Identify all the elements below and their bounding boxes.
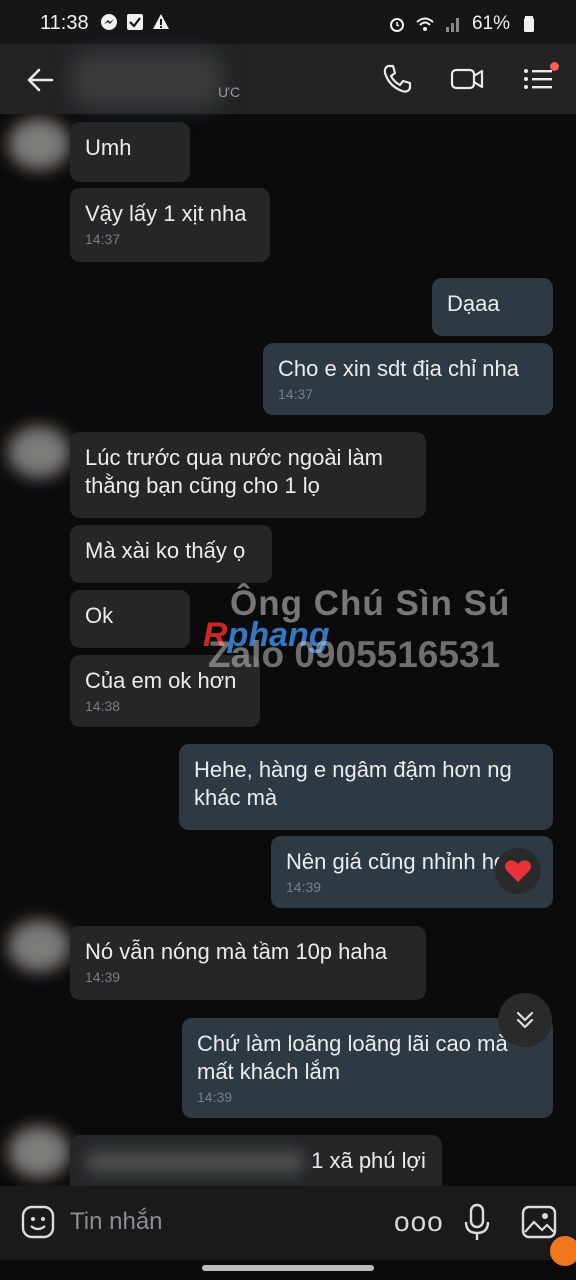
message-text: 1 xã phú lợi	[311, 1148, 426, 1173]
message-text: Umh	[85, 135, 132, 160]
message-bubble-outgoing[interactable]: Cho e xin sdt địa chỉ nha 14:37	[263, 343, 553, 415]
message-text: Nó vẫn nóng mà tầm 10p haha	[85, 939, 388, 964]
floating-badge[interactable]	[550, 1236, 576, 1266]
video-icon[interactable]	[450, 62, 484, 96]
message-bubble-incoming[interactable]: Nó vẫn nóng mà tầm 10p haha 14:39	[70, 926, 426, 1000]
phone-icon[interactable]	[380, 62, 414, 96]
message-bubble-incoming[interactable]: Umh	[70, 122, 190, 182]
message-bubble-incoming[interactable]: Lúc trước qua nước ngoài làm thằng bạn c…	[70, 432, 426, 518]
avatar[interactable]	[8, 1126, 70, 1178]
message-input[interactable]: Tin nhắn	[70, 1208, 163, 1236]
message-time: 14:39	[85, 969, 121, 985]
more-options-button[interactable]: ooo	[394, 1208, 444, 1236]
message-bubble-incoming[interactable]: 1 xã phú lợi	[70, 1135, 442, 1186]
watermark-phone: Zalo 0905516531	[208, 634, 501, 675]
check-box-icon	[127, 14, 143, 30]
message-text: Chứ làm loãng loãng lãi cao mà mất khách…	[197, 1031, 508, 1084]
message-bubble-outgoing[interactable]: Dạaa	[432, 278, 553, 336]
message-time: 14:37	[85, 231, 121, 247]
status-bar: 11:38 61%	[0, 0, 576, 44]
battery-icon	[524, 16, 534, 32]
message-text: Mà xài ko thấy ọ	[85, 538, 246, 563]
status-right: 61%	[388, 13, 538, 35]
notification-dot	[550, 62, 559, 71]
message-bubble-outgoing[interactable]: Hehe, hàng e ngâm đậm hơn ng khác mà	[179, 744, 553, 830]
message-text: Dạaa	[447, 291, 500, 316]
heart-icon	[505, 860, 531, 882]
scroll-to-bottom-button[interactable]	[498, 993, 552, 1047]
status-time: 11:38	[40, 12, 89, 34]
message-bubble-incoming[interactable]: Mà xài ko thấy ọ	[70, 525, 272, 583]
battery-percent: 61%	[471, 13, 510, 34]
emoji-icon[interactable]	[20, 1204, 56, 1240]
message-time: 14:39	[197, 1089, 233, 1105]
message-text: Ok	[85, 603, 114, 628]
message-text: Vậy lấy 1 xịt nha	[85, 201, 247, 226]
message-bubble-incoming[interactable]: Vậy lấy 1 xịt nha 14:37	[70, 188, 270, 262]
message-text: Lúc trước qua nước ngoài làm thằng bạn c…	[85, 445, 383, 498]
blurred-text	[85, 1150, 305, 1175]
back-arrow-icon[interactable]	[22, 62, 58, 98]
home-indicator[interactable]	[202, 1265, 374, 1271]
microphone-icon[interactable]	[462, 1202, 492, 1242]
wifi-icon	[416, 17, 434, 31]
message-bubble-outgoing[interactable]: Chứ làm loãng loãng lãi cao mà mất khách…	[182, 1018, 553, 1118]
message-text: Nên giá cũng nhỉnh hơn	[286, 849, 521, 874]
message-input-bar: Tin nhắn ooo	[0, 1186, 576, 1260]
message-time: 14:38	[85, 698, 121, 714]
image-icon[interactable]	[520, 1204, 558, 1240]
avatar[interactable]	[8, 920, 70, 972]
signal-icon	[445, 18, 459, 32]
messenger-icon	[101, 14, 117, 30]
avatar[interactable]	[8, 426, 70, 478]
chat-header: ƯC	[0, 44, 576, 114]
contact-name-blurred[interactable]	[72, 52, 222, 108]
reaction-button[interactable]	[495, 848, 541, 894]
avatar[interactable]	[8, 118, 70, 170]
menu-button[interactable]	[522, 62, 559, 96]
double-chevron-down-icon	[516, 1011, 534, 1029]
warning-icon	[153, 14, 169, 29]
message-bubble-incoming[interactable]: Ok	[70, 590, 190, 648]
message-text: Cho e xin sdt địa chỉ nha	[278, 356, 519, 381]
message-text: Hehe, hàng e ngâm đậm hơn ng khác mà	[194, 757, 512, 810]
message-list[interactable]: Umh Vậy lấy 1 xịt nha 14:37 Dạaa Cho e x…	[0, 114, 576, 1186]
message-time: 14:37	[278, 386, 314, 402]
contact-name-suffix: ƯC	[218, 84, 241, 100]
alarm-icon	[389, 18, 404, 32]
status-left-icons	[100, 13, 170, 31]
